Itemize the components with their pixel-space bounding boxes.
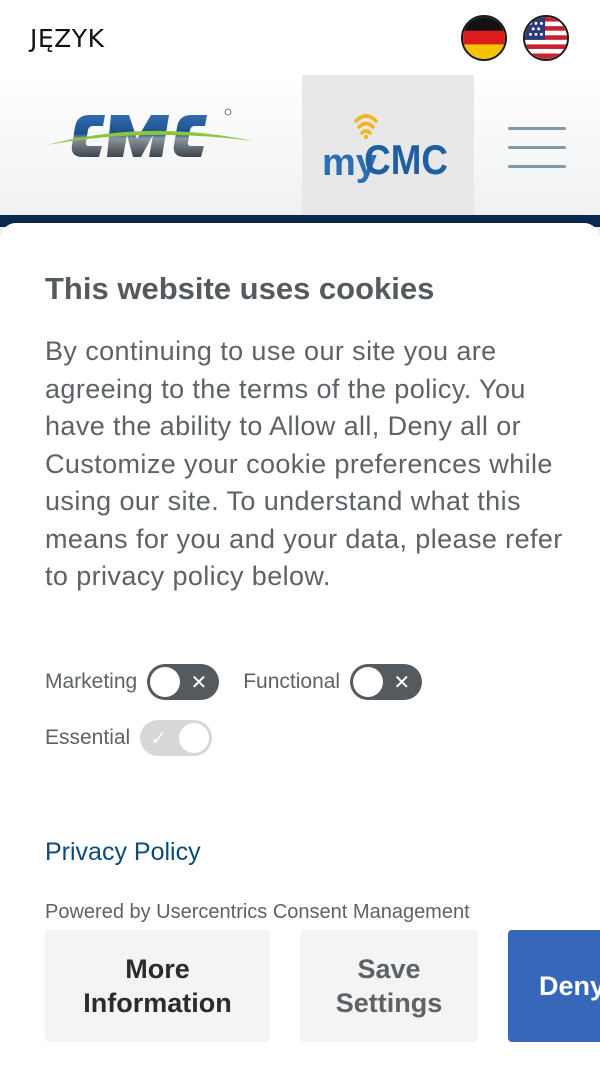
functional-toggle[interactable]: ✕ bbox=[350, 664, 423, 700]
germany-flag-icon[interactable] bbox=[461, 15, 507, 61]
mycmc-logo-icon: my CMC bbox=[322, 114, 448, 183]
deny-button[interactable]: Deny bbox=[508, 930, 600, 1042]
check-icon: ✓ bbox=[150, 726, 167, 750]
close-icon: ✕ bbox=[190, 670, 208, 694]
mycmc-portal-link[interactable]: my CMC bbox=[302, 75, 474, 215]
save-settings-line-2: Settings bbox=[335, 988, 443, 1018]
top-bar: JĘZYK bbox=[0, 0, 600, 75]
main-nav: my CMC bbox=[0, 75, 600, 215]
burger-line bbox=[508, 146, 566, 149]
marketing-label: Marketing bbox=[45, 670, 138, 693]
cmc-logo[interactable] bbox=[45, 105, 257, 165]
dialog-title: This website uses cookies bbox=[45, 271, 435, 306]
essential-label: Essential bbox=[45, 726, 131, 749]
more-information-button[interactable]: More Information bbox=[45, 930, 270, 1042]
more-information-line-1: More bbox=[125, 954, 190, 984]
save-settings-line-1: Save bbox=[357, 954, 421, 984]
cookie-consent-dialog: This website uses cookies By continuing … bbox=[0, 223, 600, 1065]
marketing-toggle[interactable]: ✕ bbox=[147, 664, 220, 700]
close-icon: ✕ bbox=[393, 670, 411, 694]
essential-toggle: ✓ bbox=[140, 720, 213, 756]
powered-by-text: Powered by Usercentrics Consent Manageme… bbox=[45, 901, 470, 923]
hamburger-menu-icon[interactable] bbox=[508, 127, 566, 171]
toggle-row-1: Marketing ✕ Functional ✕ bbox=[45, 664, 446, 700]
usa-flag-icon[interactable] bbox=[523, 15, 569, 61]
save-settings-button[interactable]: Save Settings bbox=[300, 930, 478, 1042]
mycmc-suffix: CMC bbox=[364, 137, 448, 183]
burger-line bbox=[508, 127, 566, 130]
toggle-row-2: Essential ✓ bbox=[45, 720, 236, 756]
more-information-line-2: Information bbox=[83, 988, 232, 1018]
toggle-knob bbox=[150, 667, 181, 697]
privacy-policy-link[interactable]: Privacy Policy bbox=[45, 838, 201, 867]
dialog-description: By continuing to use our site you are ag… bbox=[45, 336, 563, 591]
burger-line bbox=[508, 165, 566, 168]
toggle-knob bbox=[179, 723, 210, 753]
language-label[interactable]: JĘZYK bbox=[30, 24, 104, 53]
toggle-knob bbox=[353, 667, 384, 697]
functional-label: Functional bbox=[243, 670, 341, 693]
